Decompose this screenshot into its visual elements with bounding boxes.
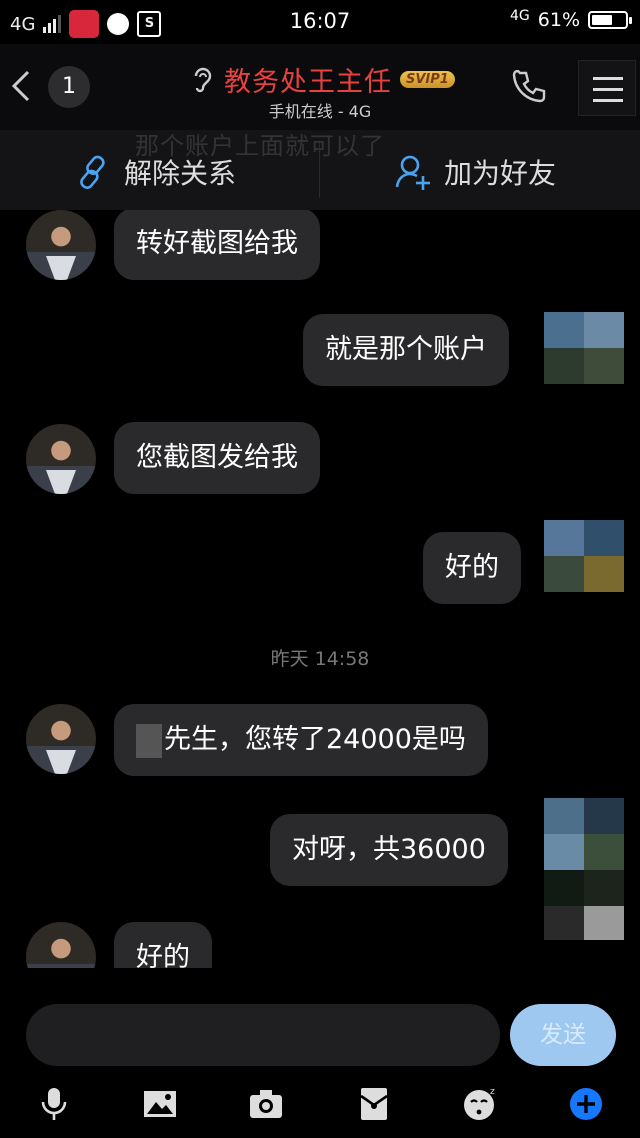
message-bubble-received[interactable]: 先生，您转了24000是吗 [114, 704, 488, 776]
contact-avatar[interactable] [26, 424, 96, 494]
contact-avatar[interactable] [26, 922, 96, 968]
image-icon[interactable] [142, 1086, 178, 1122]
unlink-label: 解除关系 [124, 157, 237, 190]
contact-avatar[interactable] [26, 704, 96, 774]
timestamp: 昨天 14:58 [270, 648, 370, 670]
message-input[interactable] [26, 1004, 500, 1066]
unlink-relationship-button[interactable]: 解除关系 [76, 152, 236, 192]
status-bar: 4G S 16:07 4G 61% [0, 0, 640, 44]
add-user-icon [395, 155, 430, 190]
message-list[interactable]: 转好截图给我 就是那个账户 您截图发给我 好的 昨天 14:58 先生，您转了2… [0, 210, 640, 968]
input-bar: 发送 z [0, 968, 640, 1138]
menu-line [593, 77, 623, 80]
message-bubble-received[interactable]: 转好截图给我 [114, 210, 320, 280]
add-friend-button[interactable]: 加为好友 [394, 152, 556, 192]
network-type-right: 4G [510, 8, 530, 24]
my-avatar[interactable] [544, 520, 624, 592]
my-avatar[interactable] [544, 312, 624, 384]
action-divider [319, 142, 320, 198]
contact-title: 教务处王主任 SVIP1 [190, 60, 455, 99]
message-bubble-sent[interactable]: 对呀，共36000 [270, 814, 508, 886]
svg-text:z: z [490, 1087, 495, 1097]
broken-link-icon [80, 155, 105, 190]
message-bubble-received[interactable]: 好的 [114, 922, 212, 968]
more-menu-button[interactable] [578, 60, 636, 116]
my-avatar[interactable] [544, 798, 624, 940]
send-button[interactable]: 发送 [510, 1004, 616, 1066]
chat-header: 1 教务处王主任 SVIP1 手机在线 - 4G [0, 44, 640, 130]
message-bubble-sent[interactable]: 就是那个账户 [303, 314, 509, 386]
phone-call-icon[interactable] [512, 70, 546, 104]
message-bubble-sent[interactable]: 好的 [423, 532, 521, 604]
menu-line [593, 88, 623, 91]
menu-line [593, 99, 623, 102]
battery-icon [588, 11, 632, 29]
relationship-action-bar: 那个账户上面就可以了 解除关系 加为好友 [0, 130, 640, 210]
battery-percent: 61% [537, 9, 580, 31]
ear-icon [194, 67, 212, 92]
redacted-name [136, 723, 162, 758]
svip-badge: SVIP1 [400, 71, 455, 88]
microphone-icon[interactable] [36, 1086, 72, 1122]
red-packet-icon[interactable] [356, 1086, 392, 1122]
message-text: 先生，您转了24000是吗 [164, 724, 466, 755]
add-friend-label: 加为好友 [444, 157, 557, 190]
message-bubble-received[interactable]: 您截图发给我 [114, 422, 320, 494]
camera-icon[interactable] [248, 1086, 284, 1122]
plus-icon[interactable] [568, 1086, 604, 1122]
contact-name: 教务处王主任 [224, 67, 392, 98]
contact-avatar[interactable] [26, 210, 96, 280]
emoji-icon[interactable]: z [462, 1086, 498, 1122]
